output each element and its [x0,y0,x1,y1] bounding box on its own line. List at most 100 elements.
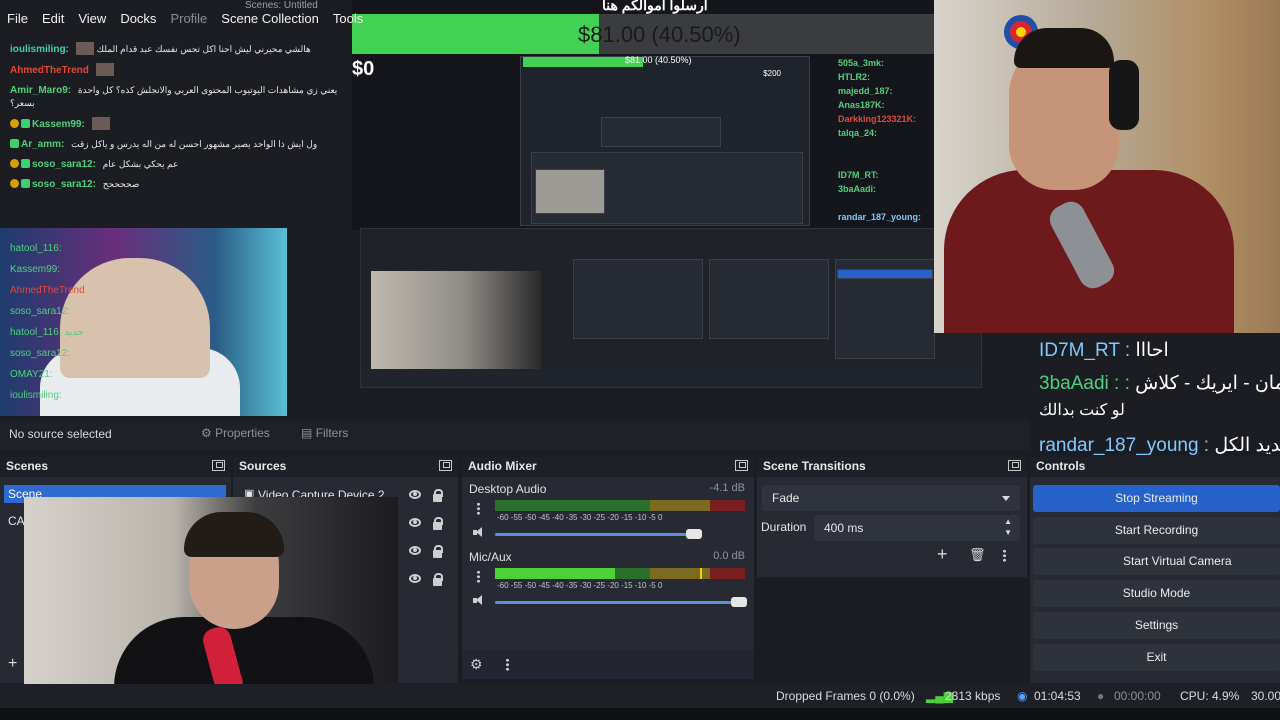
controls-dock-header: Controls [1030,457,1280,477]
undock-icon[interactable] [1008,460,1021,471]
volume-slider[interactable] [495,597,747,607]
mod-badge-icon [10,139,19,148]
speaker-icon[interactable] [473,595,485,605]
gear-icon[interactable]: ⚙ [470,656,483,673]
spin-down-icon[interactable]: ▼ [1004,528,1012,537]
sources-title: Sources [239,459,287,473]
add-scene-button[interactable]: + [8,655,17,673]
duration-input[interactable]: 400 ms ▲ ▼ [814,515,1020,541]
stream-time: 01:04:53 [1034,689,1081,703]
volume-slider[interactable] [495,529,702,539]
channel-menu-icon[interactable] [477,502,480,515]
stop-streaming-button[interactable]: Stop Streaming [1033,485,1280,512]
trash-icon[interactable]: 🗑 [969,547,986,563]
chat-user: ID7M_RT : [1039,340,1131,361]
volume-knob[interactable] [731,597,747,607]
transition-select[interactable]: Fade [762,485,1020,511]
nested-chat-user: randar_187_young: [838,212,922,222]
menu-tools[interactable]: Tools [326,8,370,30]
chevron-down-icon [1002,496,1010,501]
exit-button[interactable]: Exit [1033,644,1280,671]
properties-button[interactable]: ⚙ Properties [201,426,270,440]
menu-profile[interactable]: Profile [163,8,214,30]
filters-button[interactable]: ▤ Filters [301,426,348,440]
sub-badge-icon [10,119,19,128]
lock-icon[interactable] [433,517,443,530]
add-transition-icon[interactable]: + [937,544,948,565]
spin-up-icon[interactable]: ▲ [1004,517,1012,526]
menu-bar: File Edit View Docks Profile Scene Colle… [0,8,370,30]
channel-meter [495,568,745,579]
webcam-chat-overlay: hatool_116: Kassem99: AhmedTheTrend soso… [10,238,85,406]
chat-text: حكمان - ايريك - كلاش [1135,373,1280,394]
meter-level [495,568,615,579]
settings-button[interactable]: Settings [1033,612,1280,639]
studio-mode-button[interactable]: Studio Mode [1033,580,1280,607]
headphones [1109,60,1139,130]
visibility-eye-icon[interactable] [409,574,421,583]
chat-text: عم يحكي بشكل عام [102,159,179,169]
chat-text: صححححح [102,179,140,189]
undock-icon[interactable] [735,460,748,471]
channel-db: 0.0 dB [713,550,745,562]
menu-file[interactable]: File [0,8,35,30]
transitions-title: Scene Transitions [763,459,866,473]
menu-edit[interactable]: Edit [35,8,71,30]
controls-title: Controls [1036,459,1086,473]
record-icon: ● [1097,689,1105,703]
transition-menu-icon[interactable] [1003,549,1006,562]
menu-scene-collection[interactable]: Scene Collection [214,8,326,30]
overlay-user: soso_sara12: [10,348,71,359]
lock-icon[interactable] [433,573,443,586]
nested-chat-user: HTLR2: [838,72,870,82]
visibility-eye-icon[interactable] [409,518,421,527]
nested-cam [535,169,605,214]
nested-preview: $81.00 (40.50%) $200 [520,55,810,226]
taskbar-strip [0,708,1280,720]
visibility-eye-icon[interactable] [409,490,421,499]
nested-obs-screenshot [360,228,982,388]
cpu-usage: CPU: 4.9% [1180,689,1240,703]
chat-user: Kassem99: [32,119,85,130]
lock-icon[interactable] [433,545,443,558]
speaker-icon[interactable] [473,527,485,537]
nested-chat: 505a_3mk: HTLR2: majedd_187: Anas187K: D… [838,56,934,224]
chat-message: soso_sara12: عم يحكي بشكل عام [10,158,350,171]
channel-menu-icon[interactable] [477,570,480,583]
dropped-frames: Dropped Frames 0 (0.0%) [776,689,915,703]
donation-start-label: $0 [352,58,375,80]
streamer-hair [1014,28,1114,68]
menu-view[interactable]: View [71,8,113,30]
nested-obs-transitions [709,259,829,339]
user-avatar [91,117,110,130]
nested-obs-stop-button [837,269,933,279]
nested-taskbar [361,369,981,387]
chat-user: ioulismiling: [10,44,69,55]
chat-user: Ar_amm: [21,139,65,150]
undock-icon[interactable] [439,460,452,471]
undock-icon[interactable] [212,460,225,471]
source-status: No source selected [9,427,112,441]
volume-knob[interactable] [686,529,702,539]
mixer-menu-icon[interactable] [506,658,509,671]
chat-left: ioulismiling: هالشي محيرني ليش احنا اكل … [0,42,350,232]
chat-message: Amir_Maro9: يعني زي مشاهدات اليوتيوب الم… [10,84,350,110]
duration-value: 400 ms [824,521,864,535]
visibility-eye-icon[interactable] [409,546,421,555]
start-virtual-camera-button[interactable]: Start Virtual Camera [1033,548,1280,575]
status-bar: Dropped Frames 0 (0.0%) ▂▄▆ 2813 kbps ◉ … [0,684,1280,708]
start-recording-button[interactable]: Start Recording [1033,517,1280,544]
mod-badge-icon [21,179,30,188]
mod-badge-icon [21,159,30,168]
chat-user: 3baAadi : : [1039,373,1130,394]
menu-docks[interactable]: Docks [113,8,163,30]
scenes-title: Scenes [6,459,49,473]
chat-text: احااا [1135,340,1169,361]
chat-text: هالشي محيرني ليش احنا اكل تحس نفسك عبد ق… [96,44,311,54]
webcam-left-video: hatool_116: Kassem99: AhmedTheTrend soso… [0,228,287,416]
nested-chat-user: ID7M_RT: [838,170,879,180]
lock-icon[interactable] [433,489,443,502]
meter-scale: -60 -55 -50 -45 -40 -35 -30 -25 -20 -15 … [497,513,663,522]
duration-label: Duration [761,520,807,534]
chat-message: AhmedTheTrend [10,63,350,77]
